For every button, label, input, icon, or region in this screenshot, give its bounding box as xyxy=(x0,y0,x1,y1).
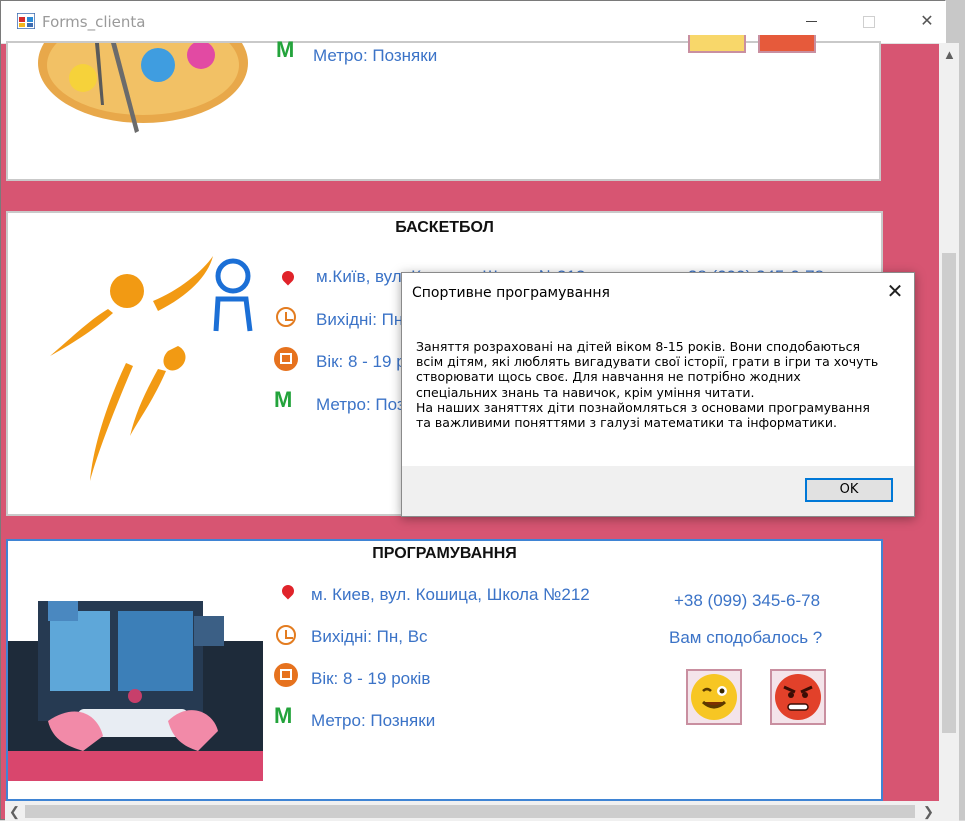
location-pin-icon xyxy=(279,582,297,600)
metro-icon: M xyxy=(274,703,293,728)
programming-address: м. Киев, вул. Кошица, Школа №212 xyxy=(311,585,590,604)
wink-face-icon xyxy=(691,674,737,720)
like-button[interactable] xyxy=(686,669,742,725)
calendar-icon xyxy=(274,347,298,371)
minimize-icon xyxy=(805,21,817,23)
metro-icon: M xyxy=(276,37,295,62)
art-card[interactable]: M Метро: Позняки xyxy=(6,35,881,181)
scroll-right-icon[interactable]: ❯ xyxy=(923,804,934,820)
basketball-player-image xyxy=(50,256,253,481)
close-icon: ✕ xyxy=(886,281,904,303)
metro-icon: M xyxy=(274,387,293,412)
clock-icon xyxy=(276,625,296,645)
close-icon: ✕ xyxy=(920,13,934,30)
like-question: Вам сподобалось ? xyxy=(669,628,823,647)
basketball-title: БАСКЕТБОЛ xyxy=(395,219,494,236)
clock-icon xyxy=(276,307,296,327)
ok-button[interactable]: OK xyxy=(805,478,893,502)
programming-days: Вихідні: Пн, Вс xyxy=(311,627,428,646)
art-metro: Метро: Позняки xyxy=(313,46,438,65)
dislike-button[interactable] xyxy=(758,35,816,53)
dialog-message: Заняття розраховані на дітей віком 8-15 … xyxy=(416,339,879,431)
art-palette-image xyxy=(38,43,248,133)
dialog-close-button[interactable]: ✕ xyxy=(880,277,910,307)
calendar-icon xyxy=(274,663,298,687)
maximize-button[interactable] xyxy=(847,9,891,35)
like-button[interactable] xyxy=(688,35,746,53)
programming-phone: +38 (099) 345-6-78 xyxy=(674,591,821,610)
minimize-button[interactable] xyxy=(789,9,833,35)
close-button[interactable]: ✕ xyxy=(905,9,949,35)
programming-image xyxy=(8,601,263,781)
vertical-scroll-thumb[interactable] xyxy=(942,253,956,733)
dislike-button[interactable] xyxy=(770,669,826,725)
programming-metro: Метро: Позняки xyxy=(311,711,436,730)
horizontal-scroll-thumb[interactable] xyxy=(25,805,915,818)
location-pin-icon xyxy=(279,268,297,286)
message-dialog: Спортивне програмування ✕ Заняття розрах… xyxy=(401,272,915,517)
scroll-up-icon[interactable]: ▲ xyxy=(943,47,956,62)
angry-face-icon xyxy=(775,674,821,720)
app-icon xyxy=(17,13,35,29)
programming-card[interactable]: ПРОГРАМУВАННЯ м. Киев, вул. Кошица, Школ… xyxy=(6,539,883,801)
programming-title: ПРОГРАМУВАННЯ xyxy=(372,545,517,562)
maximize-icon xyxy=(863,15,875,28)
window-title: Forms_clienta xyxy=(42,13,146,31)
scroll-left-icon[interactable]: ❮ xyxy=(9,804,20,820)
programming-age: Вік: 8 - 19 років xyxy=(311,669,431,688)
dialog-title: Спортивне програмування xyxy=(412,285,610,301)
